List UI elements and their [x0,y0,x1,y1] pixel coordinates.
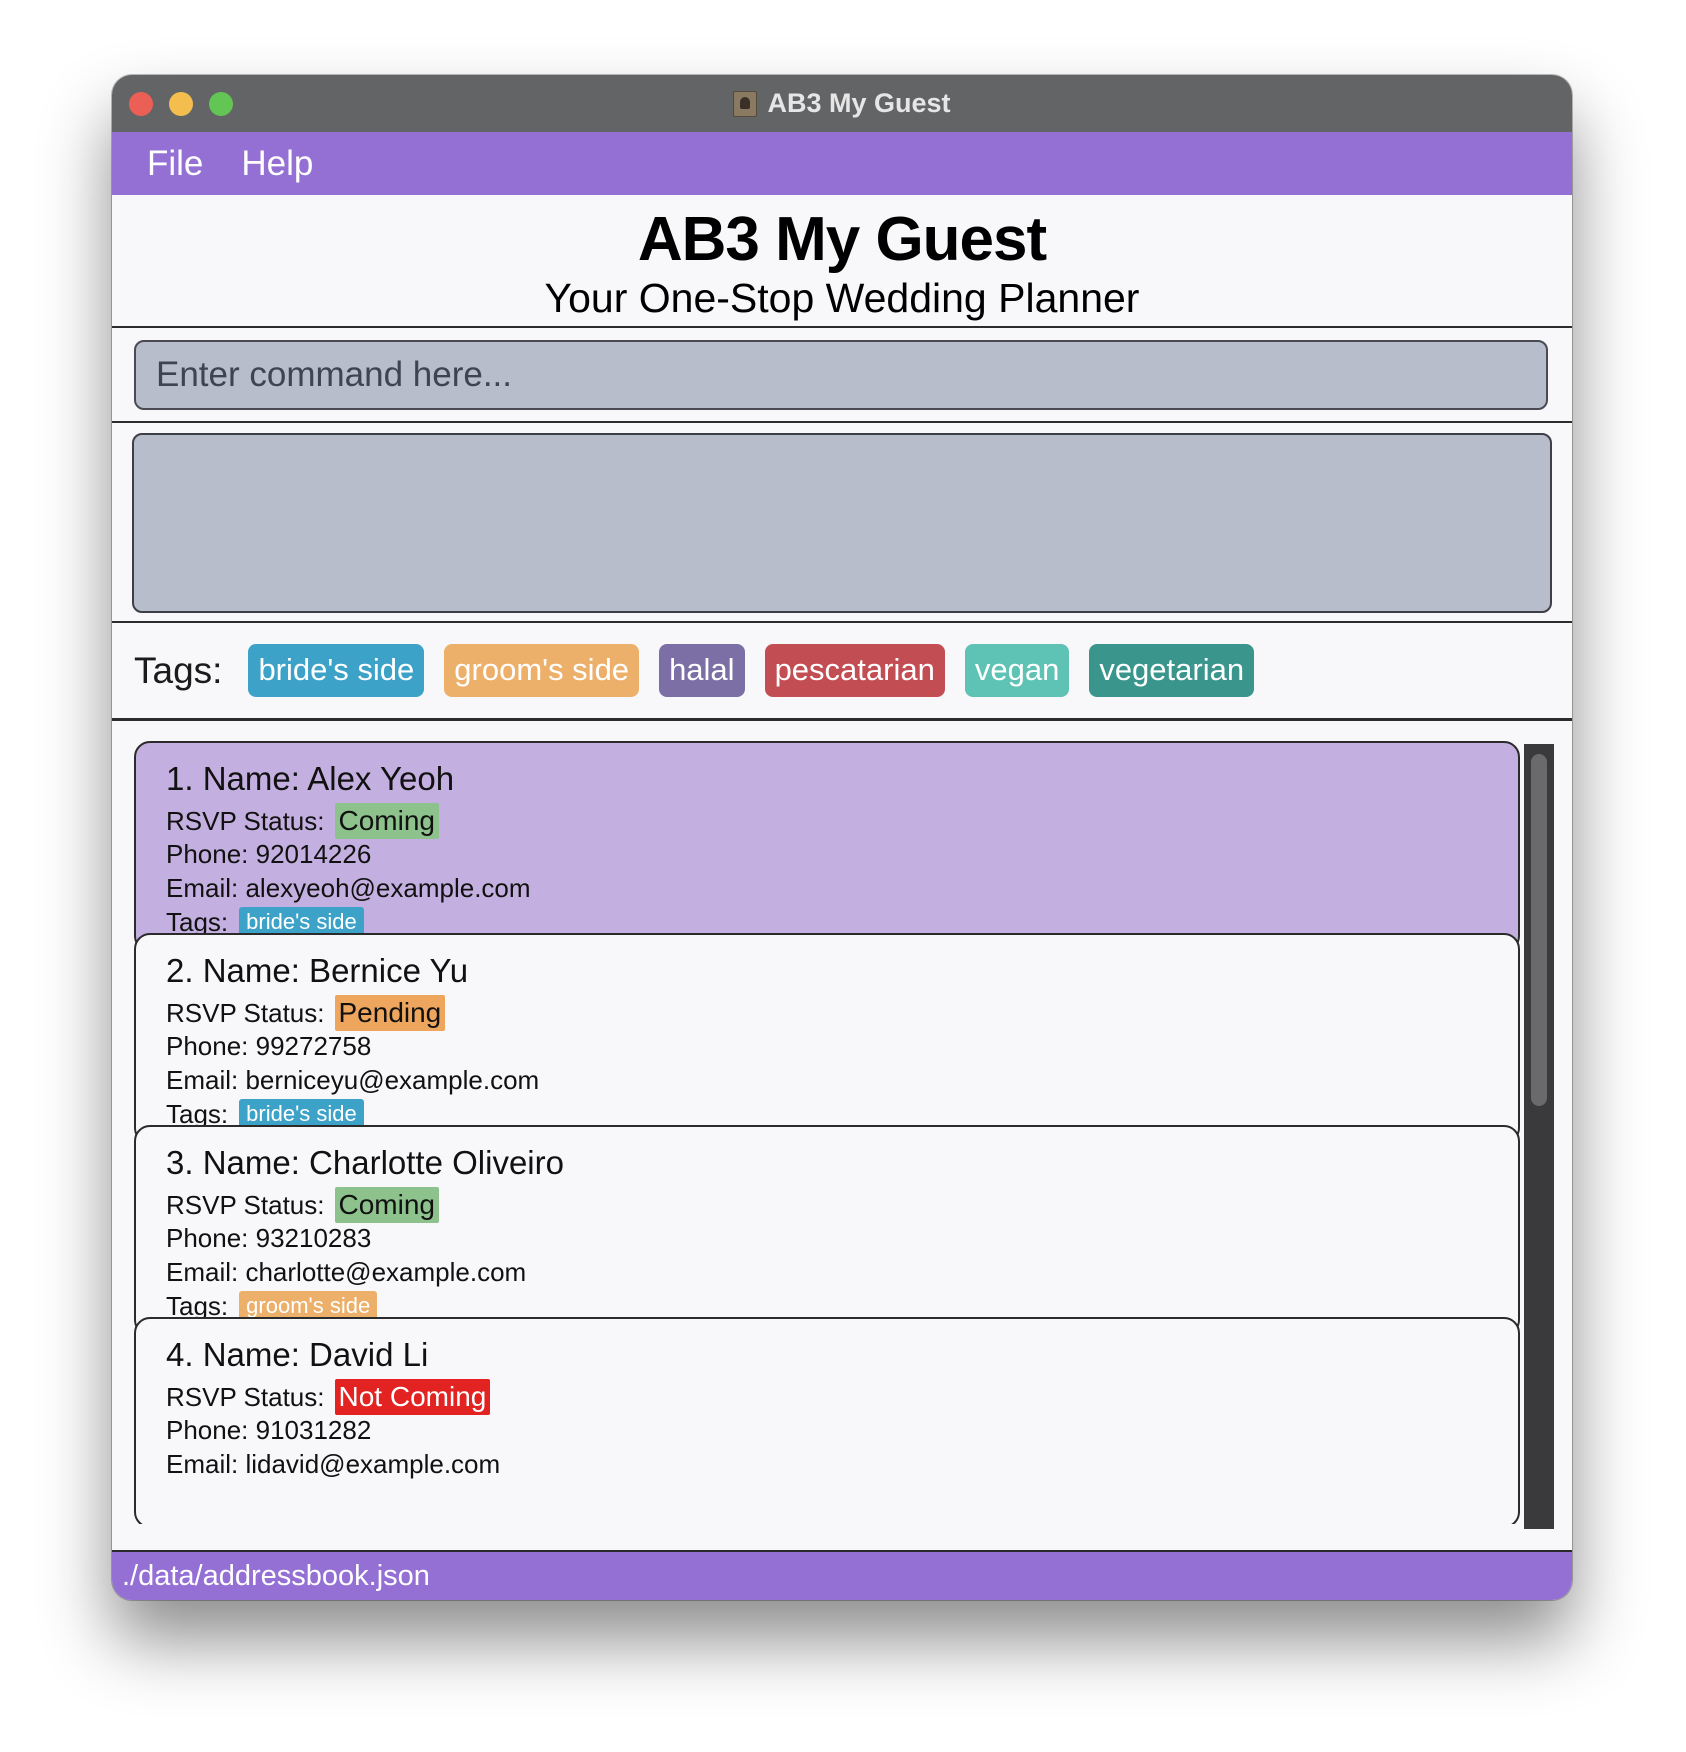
tag-chip[interactable]: halal [659,644,745,697]
guest-name: 2. Name: Bernice Yu [166,952,469,989]
status-bar: ./data/addressbook.json [112,1550,1572,1600]
tag-chip[interactable]: pescatarian [764,644,945,697]
guest-card[interactable]: 1. Name: Alex Yeoh RSVP Status: Coming Phon… [134,741,1520,952]
rsvp-status-badge: Coming [334,1187,439,1223]
guest-email: Email: berniceyu@example.com [166,1065,540,1095]
app-icon [733,90,758,117]
guest-name: 1. Name: Alex Yeoh [166,760,455,797]
rsvp-status-badge: Not Coming [334,1379,491,1415]
menu-bar: File Help [112,132,1572,195]
rsvp-label: RSVP Status: [166,1190,325,1220]
guest-name: 4. Name: David Li [166,1336,429,1373]
tags-label: Tags: [134,649,223,691]
tag-chip[interactable]: vegetarian [1089,644,1255,697]
rsvp-line: RSVP Status: Coming [166,1187,1518,1223]
tags-filter-bar: Tags: bride's side groom's side halal pesca… [112,623,1572,721]
scrollbar-thumb[interactable] [1531,754,1547,1106]
window-title: AB3 My Guest [767,88,951,118]
result-display[interactable] [132,433,1552,613]
guest-email: Email: alexyeoh@example.com [166,873,531,903]
tag-chip[interactable]: groom's side [444,644,640,697]
guest-card[interactable]: 4. Name: David Li RSVP Status: Not Coming P… [134,1317,1520,1524]
result-display-section [112,423,1572,623]
tag-chip[interactable]: bride's side [248,644,425,697]
rsvp-label: RSVP Status: [166,998,325,1028]
rsvp-line: RSVP Status: Not Coming [166,1379,1518,1415]
app-window: AB3 My Guest File Help AB3 My Guest Your… [112,75,1572,1600]
rsvp-line: RSVP Status: Coming [166,803,1518,839]
rsvp-status-badge: Pending [334,995,446,1031]
menu-file[interactable]: File [147,144,203,184]
guest-list[interactable]: 1. Name: Alex Yeoh RSVP Status: Coming Phon… [112,721,1572,1524]
app-subtitle: Your One-Stop Wedding Planner [544,275,1140,321]
title-bar[interactable]: AB3 My Guest [112,75,1572,132]
app-title: AB3 My Guest [637,205,1047,274]
guest-card[interactable]: 3. Name: Charlotte Oliveiro RSVP Status: C… [134,1125,1520,1336]
command-box-section [112,328,1572,423]
guest-email: Email: lidavid@example.com [166,1449,501,1479]
guest-card[interactable]: 2. Name: Bernice Yu RSVP Status: Pending Ph… [134,933,1520,1144]
rsvp-label: RSVP Status: [166,806,325,836]
guest-phone: Phone: 92014226 [166,839,372,869]
guest-name: 3. Name: Charlotte Oliveiro [166,1144,564,1181]
rsvp-label: RSVP Status: [166,1382,325,1412]
tag-chip[interactable]: vegan [964,644,1070,697]
app-header: AB3 My Guest Your One-Stop Wedding Plann… [112,195,1572,328]
rsvp-line: RSVP Status: Pending [166,995,1518,1031]
guest-phone: Phone: 91031282 [166,1415,372,1445]
command-input[interactable] [134,340,1548,410]
guest-list-scrollbar[interactable] [1524,744,1554,1529]
rsvp-status-badge: Coming [334,803,439,839]
window-title-group: AB3 My Guest [112,75,1572,132]
guest-phone: Phone: 93210283 [166,1223,372,1253]
menu-help[interactable]: Help [241,144,313,184]
guest-email: Email: charlotte@example.com [166,1257,527,1287]
status-file-path: ./data/addressbook.json [122,1560,430,1592]
guest-phone: Phone: 99272758 [166,1031,372,1061]
